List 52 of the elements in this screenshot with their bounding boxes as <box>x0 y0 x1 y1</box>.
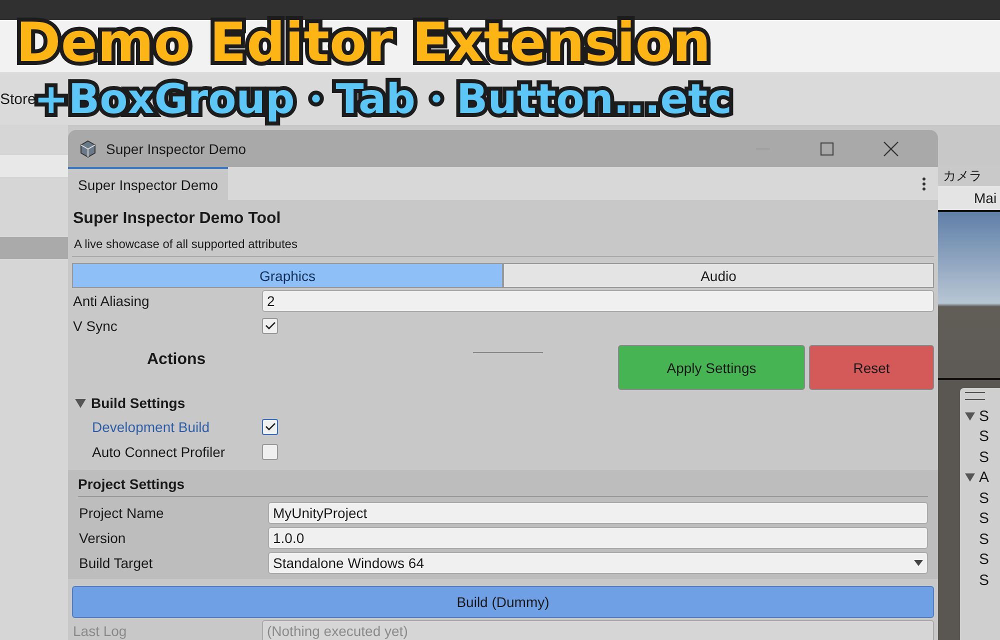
overlay-item[interactable]: S <box>979 448 990 466</box>
field-label: Project Name <box>78 504 165 520</box>
field-label: Last Log <box>72 622 128 638</box>
field-label: Auto Connect Profiler <box>91 444 226 460</box>
overlay-item[interactable]: S <box>979 572 990 589</box>
tool-heading: Super Inspector Demo Tool <box>73 210 282 228</box>
build-button[interactable]: Build (Dummy) <box>72 586 934 618</box>
overlay-item[interactable]: S <box>979 428 990 446</box>
tab[interactable]: Graphics <box>72 263 503 288</box>
tab[interactable]: Audio <box>503 263 934 288</box>
grip-icon[interactable] <box>965 392 985 400</box>
overlay-item[interactable]: A <box>979 469 990 486</box>
maximize-icon[interactable] <box>818 140 836 158</box>
text-field[interactable]: 1.0.0 <box>268 526 928 548</box>
dropdown[interactable]: Standalone Windows 64 <box>268 552 928 574</box>
group-title: Project Settings <box>78 476 928 497</box>
text-field[interactable]: 2 <box>262 290 934 312</box>
action-button[interactable]: Apply Settings <box>618 345 805 390</box>
camera-field[interactable]: Mai <box>938 186 1000 210</box>
checkmark-icon <box>264 321 276 330</box>
foldout-label[interactable]: Build Settings <box>91 395 186 411</box>
overlay-title: Demo Editor Extension <box>16 12 712 74</box>
triangle-icon[interactable] <box>965 473 975 482</box>
field-label: Anti Aliasing <box>72 292 150 308</box>
overlay-subtitle: +BoxGroup・Tab・Button...etc <box>34 74 732 124</box>
tool-subtitle: A live showcase of all supported attributes <box>74 237 298 253</box>
triangle-icon[interactable] <box>75 398 86 408</box>
cube-icon <box>78 138 98 158</box>
field-label: V Sync <box>72 318 118 334</box>
overlay-item[interactable]: S <box>979 551 990 568</box>
checkmark-icon <box>264 422 276 431</box>
overlay-item[interactable]: S <box>979 510 990 528</box>
close-icon[interactable] <box>882 140 900 158</box>
text-field[interactable]: MyUnityProject <box>268 502 928 524</box>
checkbox[interactable] <box>262 318 278 334</box>
overlay-item[interactable]: S <box>979 408 990 425</box>
field-label: Build Target <box>78 554 154 570</box>
overlay-item[interactable]: S <box>979 530 990 548</box>
panel-label: カメラ <box>938 166 1000 186</box>
checkbox[interactable] <box>262 444 278 460</box>
caret-icon <box>914 560 923 566</box>
window-title: Super Inspector Demo <box>106 140 246 156</box>
toolbar-label[interactable]: Store <box>0 90 36 108</box>
more-icon[interactable] <box>922 176 926 190</box>
section-label: Actions <box>147 351 207 369</box>
field-label: Version <box>78 530 127 546</box>
triangle-icon[interactable] <box>965 412 975 421</box>
window-tab[interactable]: Super Inspector Demo <box>68 167 228 200</box>
overlay-item[interactable]: S <box>979 490 990 507</box>
action-button[interactable]: Reset <box>809 345 934 390</box>
checkbox[interactable] <box>262 418 278 434</box>
field-label: Development Build <box>91 418 211 434</box>
